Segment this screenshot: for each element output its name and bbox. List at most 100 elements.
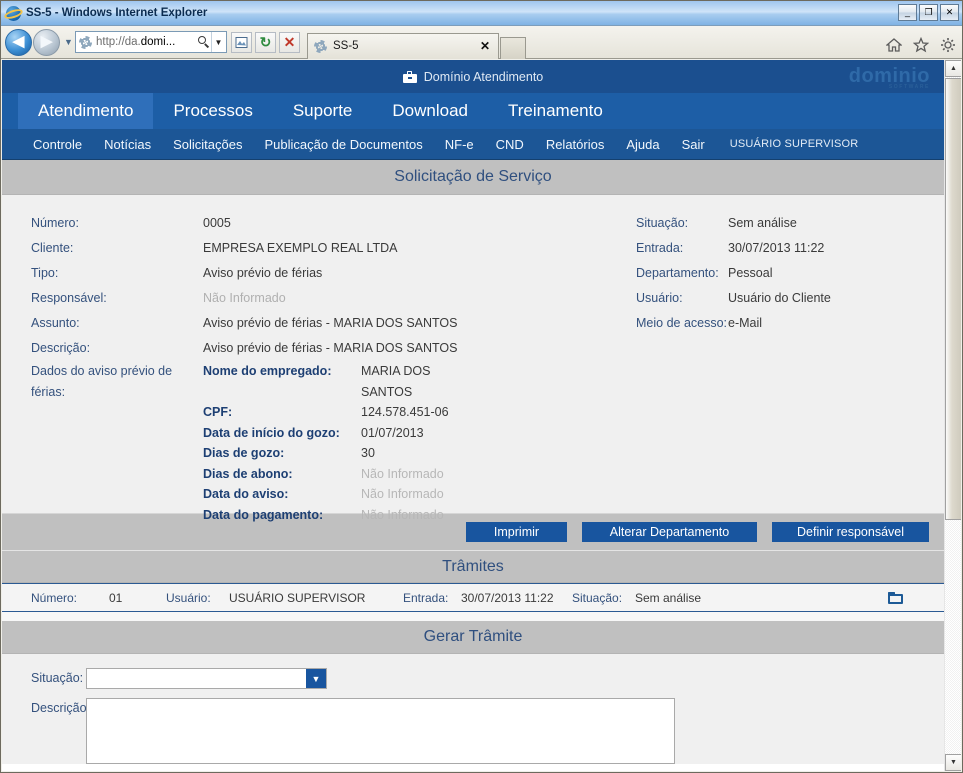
address-input[interactable]: http://da.domi...	[96, 36, 197, 48]
dados-row: Data do pagamento: Não Informado	[203, 505, 461, 526]
tab-ss-5[interactable]: SS-5 ✕	[307, 32, 499, 59]
internet-explorer-icon	[3, 5, 24, 22]
field-responsavel-value: Não Informado	[203, 291, 286, 305]
tramite-entrada-value: 30/07/2013 11:22	[461, 590, 554, 605]
chevron-down-icon[interactable]: ▼	[306, 669, 326, 688]
field-assunto: Assunto: Aviso prévio de férias - MARIA …	[31, 311, 461, 336]
compatibility-view-icon	[235, 36, 248, 48]
briefcase-icon	[402, 70, 417, 83]
vertical-scrollbar[interactable]: ▲ ▼	[944, 60, 961, 771]
tramite-situacao-value: Sem análise	[635, 590, 702, 605]
field-meio-de-acesso-value: e-Mail	[728, 316, 763, 330]
field-departamento: Departamento: Pessoal	[636, 261, 936, 286]
field-departamento-label: Departamento:	[636, 266, 719, 280]
field-descricao-value: Aviso prévio de férias - MARIA DOS SANTO…	[203, 341, 458, 355]
field-responsavel: Responsável: Não Informado	[31, 286, 461, 311]
situacao-select[interactable]: ▼	[86, 668, 327, 689]
stop-button[interactable]: ✕	[279, 31, 300, 53]
definir-responsavel-button[interactable]: Definir responsável	[772, 522, 929, 542]
tab-title: SS-5	[333, 40, 359, 52]
back-button[interactable]: ◀	[5, 28, 32, 56]
home-icon[interactable]	[886, 37, 902, 53]
alterar-departamento-button[interactable]: Alterar Departamento	[582, 522, 757, 542]
dados-key: Data do pagamento:	[203, 507, 324, 522]
tramites-title: Trâmites	[2, 550, 944, 583]
nav-tab-processos[interactable]: Processos	[153, 93, 272, 129]
tab-close-icon[interactable]: ✕	[476, 39, 494, 53]
field-departamento-value: Pessoal	[728, 266, 773, 280]
scroll-up-button[interactable]: ▲	[945, 60, 961, 77]
field-cliente-value: EMPRESA EXEMPLO REAL LTDA	[203, 241, 398, 255]
gerar-tramite-form: Situação: ▼ Descrição:	[2, 654, 944, 764]
close-button[interactable]: ✕	[940, 4, 959, 21]
details-right-column: Situação: Sem análise Entrada: 30/07/201…	[636, 211, 936, 336]
folder-icon[interactable]	[888, 591, 903, 604]
field-assunto-label: Assunto:	[31, 316, 80, 330]
field-descricao-label: Descrição:	[31, 341, 91, 355]
field-numero-label: Número:	[31, 216, 79, 230]
nav-tab-treinamento[interactable]: Treinamento	[488, 93, 623, 129]
maximize-button[interactable]: ❐	[919, 4, 938, 21]
recent-pages-button[interactable]: ▼	[62, 37, 75, 47]
star-icon[interactable]	[913, 37, 929, 53]
window-title-bar: SS-5 - Windows Internet Explorer _ ❐ ✕	[1, 1, 962, 26]
tab-strip: SS-5 ✕	[307, 26, 958, 59]
search-icon[interactable]	[197, 35, 211, 49]
field-assunto-value: Aviso prévio de férias - MARIA DOS SANTO…	[203, 316, 458, 330]
address-host: domi...	[140, 36, 176, 48]
minimize-button[interactable]: _	[898, 4, 917, 21]
dados-row: Dias de abono: Não Informado	[203, 464, 461, 485]
dados-key: Nome do empregado:	[203, 364, 332, 378]
browser-window: SS-5 - Windows Internet Explorer _ ❐ ✕ ◀…	[0, 0, 963, 773]
dados-key: Dias de gozo:	[203, 446, 285, 460]
subnav-noticias[interactable]: Notícias	[93, 137, 162, 152]
form-row-descricao: Descrição:	[2, 698, 944, 764]
tab-gear-icon	[314, 39, 327, 53]
scroll-down-button[interactable]: ▼	[945, 754, 961, 771]
tramite-numero-label: Número:	[31, 590, 78, 605]
subnav-controle[interactable]: Controle	[22, 137, 93, 152]
gerar-situacao-label: Situação:	[31, 671, 84, 685]
subnav-nfe[interactable]: NF-e	[434, 137, 485, 152]
nav-tab-download[interactable]: Download	[372, 93, 488, 129]
refresh-button[interactable]: ↻	[255, 31, 276, 53]
dados-value: 30	[361, 446, 375, 460]
nav-tab-suporte[interactable]: Suporte	[273, 93, 373, 129]
dados-value: 124.578.451-06	[361, 405, 449, 419]
window-title: SS-5 - Windows Internet Explorer	[26, 7, 208, 19]
forward-button[interactable]: ▶	[33, 28, 60, 56]
subnav-publicacao-de-documentos[interactable]: Publicação de Documentos	[253, 137, 433, 152]
field-usuario-label: Usuário:	[636, 291, 683, 305]
forward-arrow-icon: ▶	[40, 33, 53, 50]
subnav-ajuda[interactable]: Ajuda	[615, 137, 670, 152]
new-tab-button[interactable]	[500, 36, 526, 59]
dados-key: Data de início do gozo:	[203, 425, 340, 440]
field-entrada: Entrada: 30/07/2013 11:22	[636, 236, 936, 261]
nav-tab-atendimento[interactable]: Atendimento	[18, 93, 154, 129]
app-sub-nav: Controle Notícias Solicitações Publicaçã…	[2, 129, 944, 160]
field-numero-value: 0005	[203, 216, 231, 230]
dados-row: Data de início do gozo: 01/07/2013	[203, 423, 461, 444]
subnav-sair[interactable]: Sair	[671, 137, 716, 152]
address-dropdown-button[interactable]: ▼	[211, 32, 225, 52]
gear-icon[interactable]	[940, 37, 956, 53]
dominio-logo: dominio SOFTWARE	[849, 65, 930, 90]
scrollbar-thumb[interactable]	[945, 78, 961, 520]
app-main-nav: Atendimento Processos Suporte Download T…	[2, 93, 944, 129]
tramites-list: Número: 01 Usuário: USUÁRIO SUPERVISOR E…	[2, 583, 944, 612]
field-tipo: Tipo: Aviso prévio de férias	[31, 261, 461, 286]
imprimir-button[interactable]: Imprimir	[466, 522, 567, 542]
compatibility-view-button[interactable]	[231, 31, 252, 53]
field-situacao-value: Sem análise	[728, 216, 797, 230]
subnav-solicitacoes[interactable]: Solicitações	[162, 137, 253, 152]
descricao-textarea[interactable]	[86, 698, 675, 764]
address-bar[interactable]: http://da.domi... ▼	[75, 31, 227, 53]
field-dados-aviso: Dados do aviso prévio de férias: Nome do…	[31, 361, 461, 525]
dados-key: CPF:	[203, 405, 233, 419]
field-entrada-label: Entrada:	[636, 241, 684, 255]
subnav-cnd[interactable]: CND	[485, 137, 535, 152]
table-row[interactable]: Número: 01 Usuário: USUÁRIO SUPERVISOR E…	[2, 584, 944, 612]
gerar-descricao-label: Descrição:	[31, 701, 91, 715]
dados-row: CPF: 124.578.451-06	[203, 402, 461, 423]
subnav-relatorios[interactable]: Relatórios	[535, 137, 616, 152]
